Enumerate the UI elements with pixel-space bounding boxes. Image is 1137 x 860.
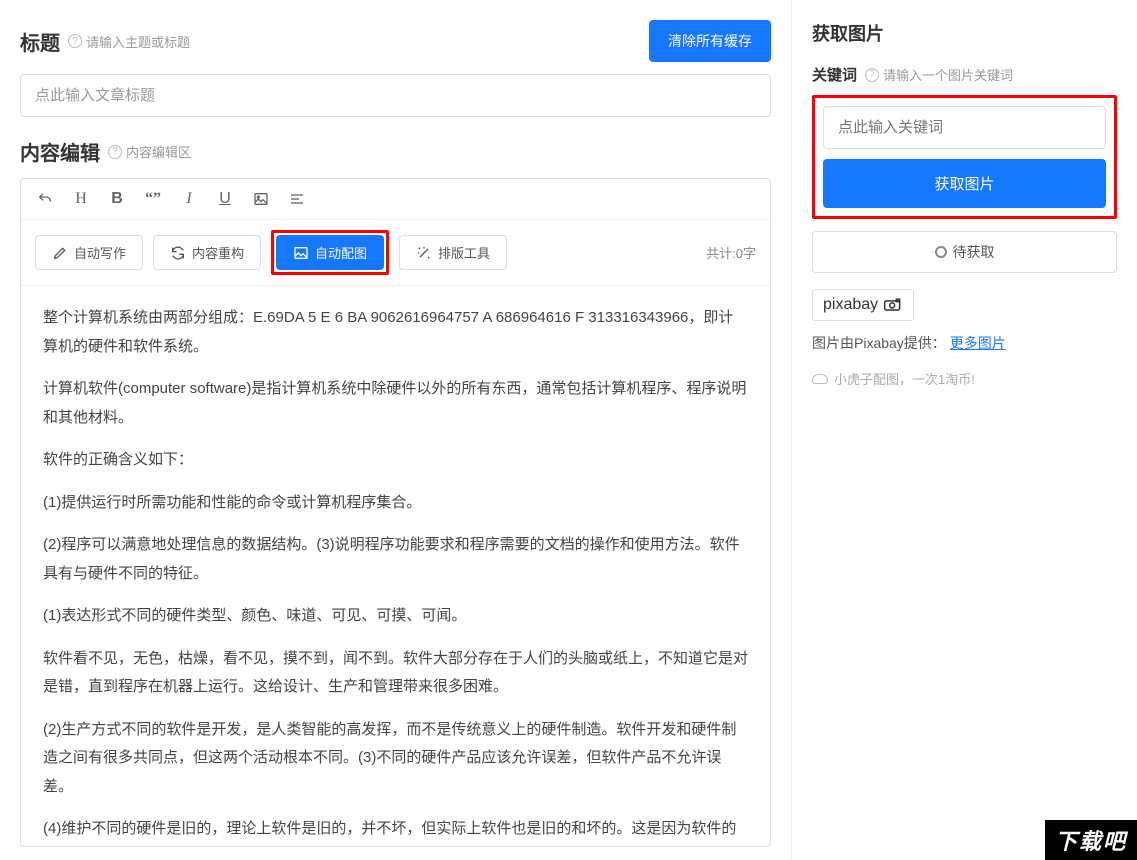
auto-image-highlight: 自动配图: [271, 230, 389, 275]
content-paragraph: (4)维护不同的硬件是旧的，理论上软件是旧的，并不坏，但实际上软件也是旧的和坏的…: [43, 815, 748, 846]
refresh-icon: [170, 245, 186, 261]
picture-icon: [293, 245, 309, 261]
title-hint: 请输入主题或标题: [86, 32, 190, 51]
pencil-icon: [52, 245, 68, 261]
help-icon: ?: [68, 34, 82, 48]
keyword-input[interactable]: [823, 106, 1106, 149]
editor-hint-wrap: ? 内容编辑区: [108, 142, 191, 161]
undo-icon[interactable]: [35, 189, 55, 209]
status-label: 待获取: [953, 242, 995, 262]
more-images-link[interactable]: 更多图片: [950, 335, 1006, 351]
keyword-highlight: 获取图片: [812, 95, 1117, 219]
cloud-icon: [812, 374, 828, 384]
content-editor[interactable]: 整个计算机系统由两部分组成：E.69DA 5 E 6 BA 9062616964…: [21, 286, 770, 846]
keyword-label-wrap: 关键词 ? 请输入一个图片关键词: [812, 64, 1117, 85]
italic-icon[interactable]: I: [179, 189, 199, 209]
underline-icon[interactable]: U: [215, 189, 235, 209]
layout-tool-button[interactable]: 排版工具: [399, 235, 507, 270]
pixabay-logo: pixabay: [812, 289, 914, 321]
editor-section-label: 内容编辑 ? 内容编辑区: [20, 137, 771, 166]
content-paragraph: (2)生产方式不同的软件是开发，是人类智能的高发挥，而不是传统意义上的硬件制造。…: [43, 716, 748, 802]
credits-prefix: 图片由Pixabay提供：: [812, 335, 946, 351]
content-paragraph: 计算机软件(computer software)是指计算机系统中除硬件以外的所有…: [43, 375, 748, 432]
word-count: 共计:0字: [706, 243, 756, 262]
title-label: 标题: [20, 27, 60, 56]
bold-icon[interactable]: B: [107, 189, 127, 209]
sidebar-title: 获取图片: [812, 20, 1117, 46]
title-input[interactable]: [20, 74, 771, 117]
image-icon[interactable]: [251, 189, 271, 209]
restructure-button[interactable]: 内容重构: [153, 235, 261, 270]
watermark: 下载吧: [1045, 820, 1137, 860]
editor-hint: 内容编辑区: [126, 142, 191, 161]
format-toolbar: H B “” I U: [21, 179, 770, 220]
content-paragraph: (2)程序可以满意地处理信息的数据结构。(3)说明程序功能要求和程序需要的文档的…: [43, 531, 748, 588]
keyword-hint: 请输入一个图片关键词: [883, 65, 1013, 84]
pixabay-text: pixabay: [823, 296, 878, 313]
keyword-hint-wrap: ? 请输入一个图片关键词: [865, 65, 1013, 84]
tip-text: 小虎子配图，一次1淘币!: [834, 369, 975, 388]
content-paragraph: (1)表达形式不同的硬件类型、颜色、味道、可见、可摸、可闻。: [43, 602, 748, 631]
auto-image-label: 自动配图: [315, 243, 367, 262]
content-paragraph: 整个计算机系统由两部分组成：E.69DA 5 E 6 BA 9062616964…: [43, 304, 748, 361]
content-paragraph: 软件的正确含义如下：: [43, 446, 748, 475]
credits-line: 图片由Pixabay提供： 更多图片: [812, 333, 1117, 353]
help-icon: ?: [108, 145, 122, 159]
tip-line: 小虎子配图，一次1淘币!: [812, 369, 1117, 388]
quote-icon[interactable]: “”: [143, 189, 163, 209]
action-toolbar: 自动写作 内容重构 自动配图 排版工具 共计:0字: [21, 220, 770, 286]
camera-icon: [883, 298, 903, 312]
wand-icon: [416, 245, 432, 261]
editor-box: H B “” I U 自动写作 内容重构: [20, 178, 771, 847]
editor-label: 内容编辑: [20, 137, 100, 166]
title-header: 标题 ? 请输入主题或标题 清除所有缓存: [20, 20, 771, 62]
title-hint-wrap: ? 请输入主题或标题: [68, 32, 190, 51]
restructure-label: 内容重构: [192, 243, 244, 262]
help-icon: ?: [865, 68, 879, 82]
layout-tool-label: 排版工具: [438, 243, 490, 262]
circle-icon: [935, 246, 947, 258]
clear-cache-button[interactable]: 清除所有缓存: [649, 20, 771, 62]
title-section-label: 标题 ? 请输入主题或标题: [20, 27, 190, 56]
status-button[interactable]: 待获取: [812, 231, 1117, 273]
content-paragraph: 软件看不见，无色，枯燥，看不见，摸不到，闻不到。软件大部分存在于人们的头脑或纸上…: [43, 645, 748, 702]
align-icon[interactable]: [287, 189, 307, 209]
fetch-image-button[interactable]: 获取图片: [823, 159, 1106, 208]
auto-write-label: 自动写作: [74, 243, 126, 262]
keyword-label: 关键词: [812, 64, 857, 85]
heading-icon[interactable]: H: [71, 189, 91, 209]
auto-write-button[interactable]: 自动写作: [35, 235, 143, 270]
auto-image-button[interactable]: 自动配图: [276, 235, 384, 270]
content-paragraph: (1)提供运行时所需功能和性能的命令或计算机程序集合。: [43, 489, 748, 518]
